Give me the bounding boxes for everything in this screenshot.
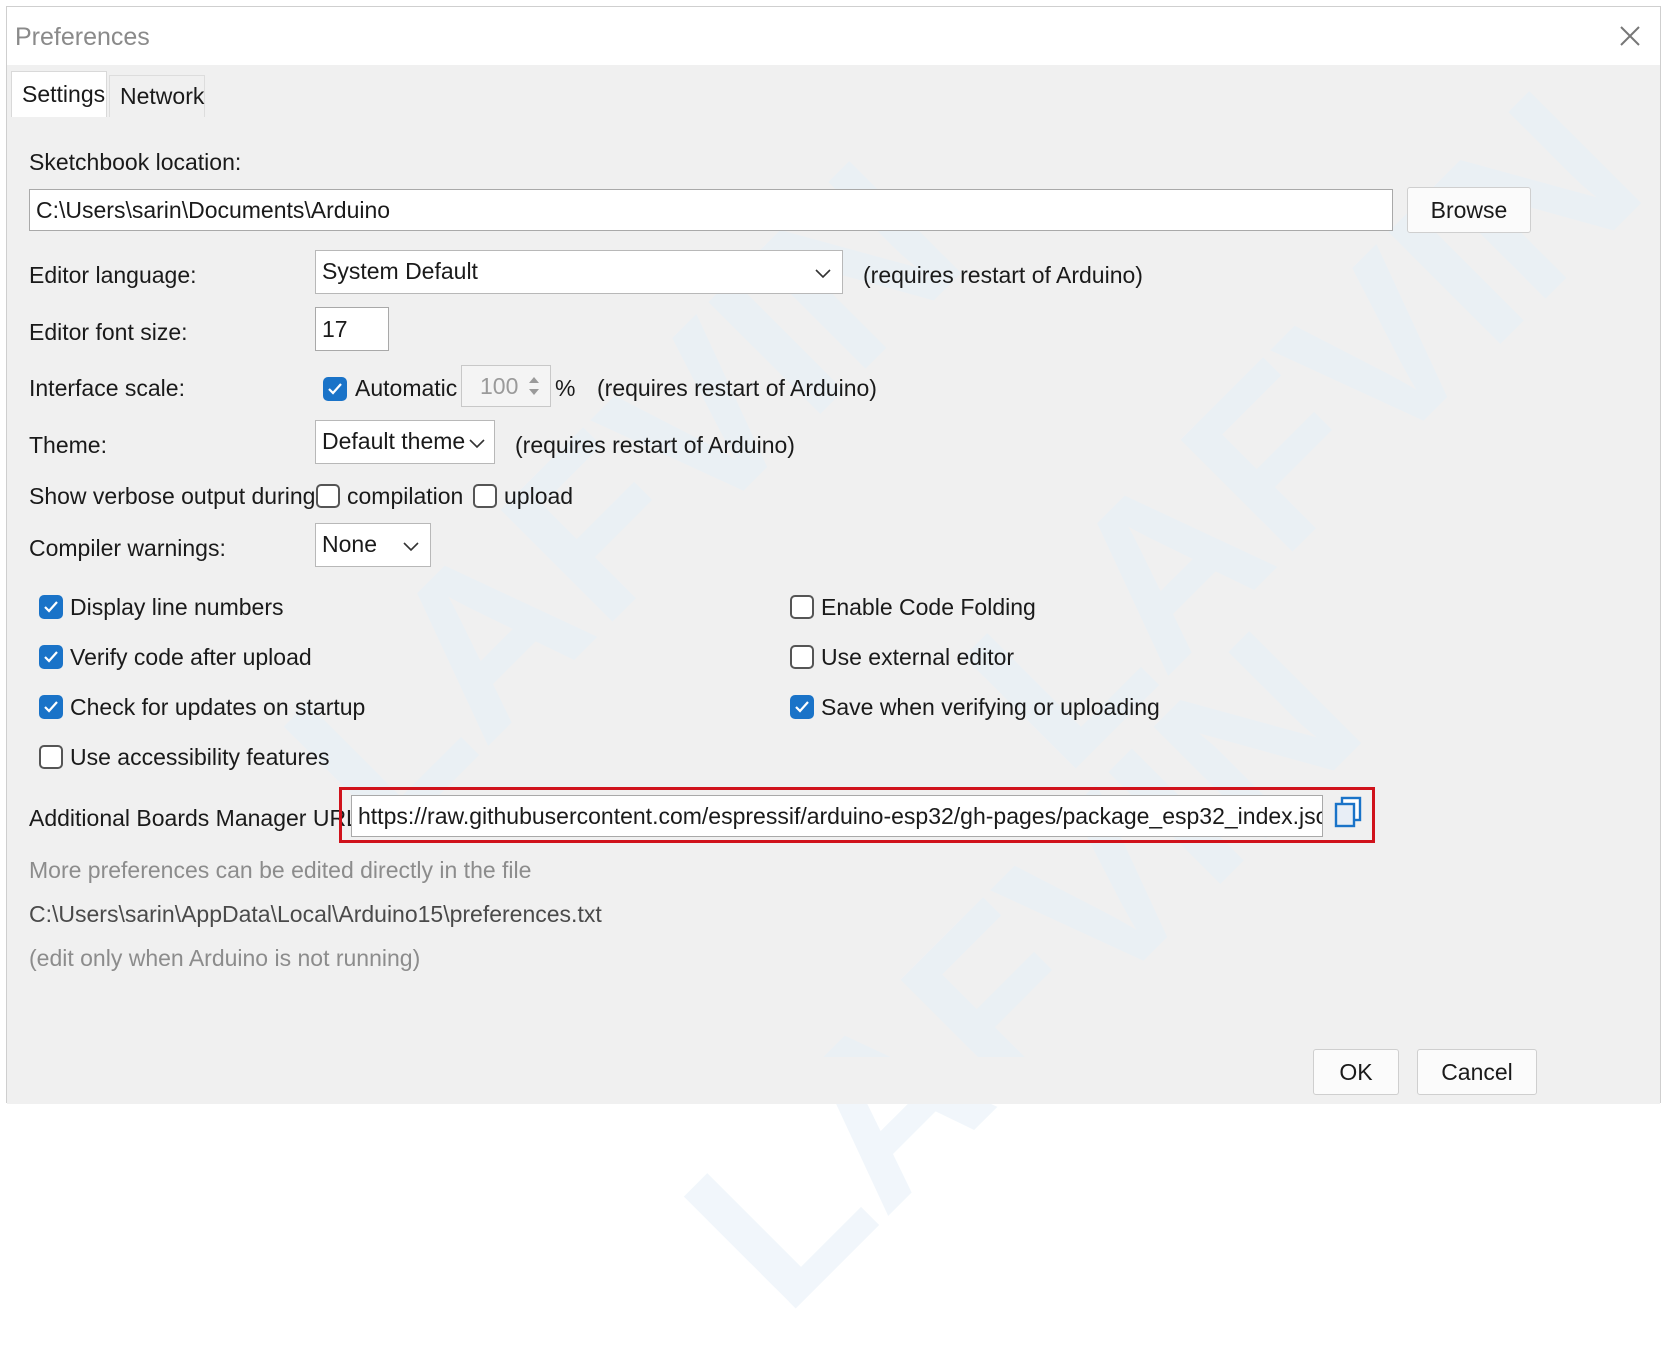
compilation-label: compilation	[347, 483, 464, 509]
tab-settings-label: Settings	[22, 81, 106, 107]
interface-scale-label: Interface scale:	[29, 375, 185, 401]
compiler-warnings-select[interactable]: None	[315, 523, 431, 567]
editor-language-select[interactable]: System Default	[315, 250, 843, 294]
checkmark-icon	[44, 651, 58, 663]
cancel-button[interactable]: Cancel	[1417, 1049, 1537, 1095]
checkmark-icon	[328, 383, 342, 395]
code-folding-checkbox[interactable]	[790, 595, 814, 619]
scale-spinner[interactable]: 100	[461, 365, 551, 407]
check-updates-label: Check for updates on startup	[70, 694, 366, 720]
cancel-button-label: Cancel	[1441, 1059, 1513, 1085]
display-line-numbers-checkbox[interactable]	[39, 595, 63, 619]
font-size-label: Editor font size:	[29, 319, 188, 345]
compiler-warnings-value: None	[322, 531, 377, 557]
verbose-output-label: Show verbose output during:	[29, 483, 322, 509]
theme-value: Default theme	[322, 428, 466, 454]
spinner-arrows-icon[interactable]	[526, 372, 542, 400]
chevron-down-icon	[815, 269, 831, 279]
external-editor-label: Use external editor	[821, 644, 1015, 670]
edit-note: (edit only when Arduino is not running)	[29, 945, 421, 971]
editor-language-restart-note: (requires restart of Arduino)	[863, 262, 1143, 288]
chevron-down-icon	[469, 439, 485, 449]
theme-label: Theme:	[29, 432, 107, 458]
scale-value: 100	[480, 373, 519, 399]
save-when-verifying-checkbox[interactable]	[790, 695, 814, 719]
ok-button-label: OK	[1339, 1059, 1373, 1085]
accessibility-checkbox[interactable]	[39, 745, 63, 769]
check-updates-checkbox[interactable]	[39, 695, 63, 719]
boards-url-field[interactable]: https://raw.githubusercontent.com/espres…	[351, 795, 1323, 837]
automatic-checkbox[interactable]	[323, 377, 347, 401]
theme-restart-note: (requires restart of Arduino)	[515, 432, 795, 458]
checkmark-icon	[44, 601, 58, 613]
browse-button-label: Browse	[1430, 197, 1508, 223]
ok-button[interactable]: OK	[1313, 1049, 1399, 1095]
display-line-numbers-label: Display line numbers	[70, 594, 284, 620]
copy-button[interactable]	[1333, 795, 1365, 835]
upload-checkbox[interactable]	[473, 484, 497, 508]
sketchbook-location-field[interactable]: C:\Users\sarin\Documents\Arduino	[29, 189, 1393, 231]
dialog-footer: OK Cancel	[7, 1049, 1660, 1104]
title-bar: Preferences	[7, 7, 1660, 65]
browse-button[interactable]: Browse	[1407, 187, 1531, 233]
boards-url-label: Additional Boards Manager URLs:	[29, 805, 377, 831]
editor-language-label: Editor language:	[29, 262, 197, 288]
window-title: Preferences	[15, 23, 150, 51]
tab-strip: Settings Network	[7, 65, 1660, 117]
save-when-verifying-label: Save when verifying or uploading	[821, 694, 1160, 720]
external-editor-checkbox[interactable]	[790, 645, 814, 669]
editor-language-value: System Default	[322, 258, 478, 284]
checkmark-icon	[795, 701, 809, 713]
tab-network-label: Network	[120, 83, 205, 109]
prefs-file-path: C:\Users\sarin\AppData\Local\Arduino15\p…	[29, 901, 602, 927]
automatic-label: Automatic	[355, 375, 458, 401]
percent-sign: %	[555, 375, 576, 401]
copy-icon	[1334, 796, 1362, 828]
font-size-field[interactable]: 17	[315, 307, 389, 351]
preferences-dialog: Preferences Settings Network LAFVIN LAFV…	[6, 6, 1669, 1354]
compiler-warnings-label: Compiler warnings:	[29, 535, 226, 561]
verify-after-upload-checkbox[interactable]	[39, 645, 63, 669]
settings-panel: LAFVIN LAFVIN LAFVIN Sketchbook location…	[7, 45, 1669, 1354]
more-prefs-note: More preferences can be edited directly …	[29, 857, 532, 883]
theme-select[interactable]: Default theme	[315, 420, 495, 464]
code-folding-label: Enable Code Folding	[821, 594, 1036, 620]
tab-network[interactable]: Network	[109, 75, 205, 117]
accessibility-label: Use accessibility features	[70, 744, 330, 770]
sketchbook-location-label: Sketchbook location:	[29, 149, 242, 175]
close-icon[interactable]	[1615, 21, 1645, 51]
checkmark-icon	[44, 701, 58, 713]
chevron-down-icon	[403, 542, 419, 552]
tab-settings[interactable]: Settings	[11, 71, 107, 117]
verify-after-upload-label: Verify code after upload	[70, 644, 312, 670]
interface-scale-restart-note: (requires restart of Arduino)	[597, 375, 877, 401]
compilation-checkbox[interactable]	[316, 484, 340, 508]
upload-label: upload	[504, 483, 574, 509]
